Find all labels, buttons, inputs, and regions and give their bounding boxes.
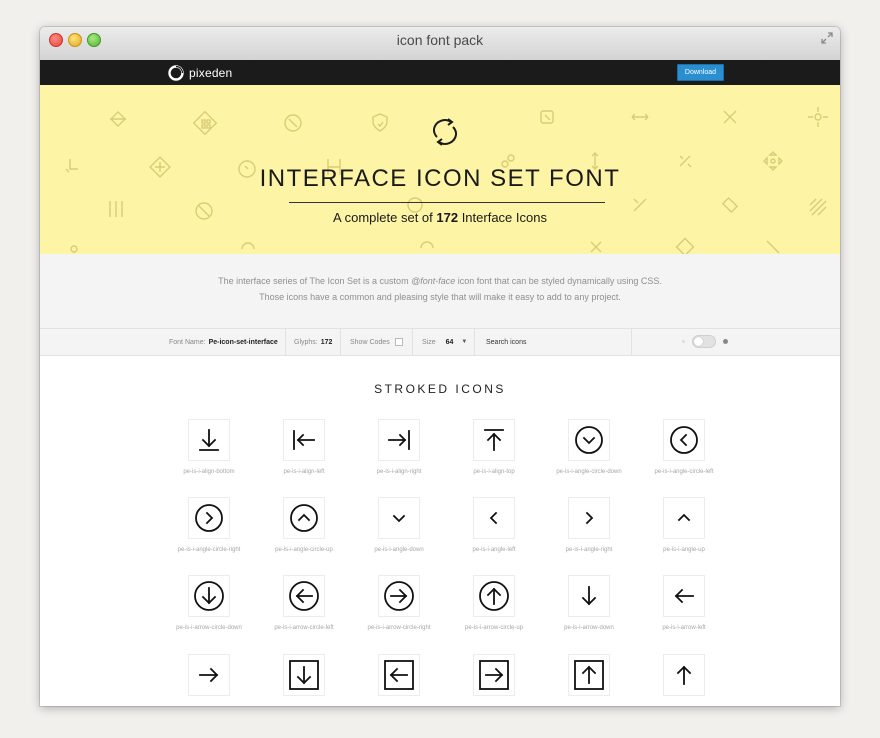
icon-preview[interactable] <box>663 575 705 617</box>
icon-preview[interactable] <box>283 419 325 461</box>
icon-tile[interactable]: pe-is-i-arrow-circle-left <box>274 575 334 631</box>
icon-preview[interactable] <box>378 419 420 461</box>
icon-tile[interactable]: pe-is-i-align-left <box>282 419 326 475</box>
arrow-square-up-icon <box>574 660 604 690</box>
icon-tile[interactable] <box>282 654 326 696</box>
arrow-square-down-icon <box>289 660 319 690</box>
angle-circle-up-icon <box>290 504 318 532</box>
arrow-circle-up-icon <box>479 581 509 611</box>
icon-tile[interactable]: pe-is-i-arrow-down <box>564 575 614 631</box>
icon-grid: pe-is-i-align-bottom pe-is-i-align-left pe… <box>40 27 840 706</box>
angle-right-icon <box>585 511 594 525</box>
icon-tile[interactable] <box>662 654 706 696</box>
icon-preview[interactable] <box>188 419 230 461</box>
icon-preview[interactable] <box>378 575 420 617</box>
icon-preview[interactable] <box>473 654 515 696</box>
icon-preview[interactable] <box>473 497 515 539</box>
icon-preview[interactable] <box>568 575 610 617</box>
icon-tile[interactable]: pe-is-i-arrow-circle-up <box>465 575 523 631</box>
icon-preview[interactable] <box>663 497 705 539</box>
icon-tile[interactable]: pe-is-i-align-bottom <box>183 419 235 475</box>
icon-preview[interactable] <box>283 654 325 696</box>
icon-tile[interactable]: pe-is-i-angle-circle-left <box>654 419 714 475</box>
align-bottom-icon <box>199 429 219 451</box>
icon-preview[interactable] <box>663 654 705 696</box>
angle-circle-down-icon <box>575 426 603 454</box>
icon-tile[interactable] <box>187 654 231 696</box>
icon-preview[interactable] <box>378 654 420 696</box>
icon-tile[interactable]: pe-is-i-align-right <box>377 419 421 475</box>
icon-tile[interactable] <box>377 654 421 696</box>
angle-circle-left-icon <box>670 426 698 454</box>
icon-preview[interactable] <box>568 497 610 539</box>
icon-tile[interactable]: pe-is-i-angle-up <box>662 497 706 553</box>
icon-preview[interactable] <box>283 575 325 617</box>
icon-tile[interactable]: pe-is-i-angle-circle-right <box>178 497 240 553</box>
icon-preview[interactable] <box>283 497 325 539</box>
arrow-circle-left-icon <box>289 581 319 611</box>
icon-preview[interactable] <box>188 654 230 696</box>
icon-preview[interactable] <box>568 419 610 461</box>
icon-tile[interactable]: pe-is-i-arrow-circle-right <box>367 575 431 631</box>
angle-left-icon <box>489 511 498 525</box>
icon-tile[interactable] <box>567 654 611 696</box>
icon-tile[interactable]: pe-is-i-angle-right <box>566 497 612 553</box>
angle-circle-right-icon <box>195 504 223 532</box>
align-left-icon <box>293 430 315 450</box>
icon-preview[interactable] <box>568 654 610 696</box>
icon-preview[interactable] <box>663 419 705 461</box>
icon-name-label: pe-is-i-angle-up <box>663 547 705 553</box>
icon-tile[interactable]: pe-is-i-angle-down <box>374 497 424 553</box>
icon-tile[interactable]: pe-is-i-angle-circle-down <box>556 419 622 475</box>
icon-preview[interactable] <box>378 497 420 539</box>
icon-tile[interactable]: pe-is-i-angle-left <box>472 497 516 553</box>
icon-preview[interactable] <box>188 497 230 539</box>
icon-tile[interactable]: pe-is-i-arrow-circle-down <box>176 575 242 631</box>
icon-preview[interactable] <box>188 575 230 617</box>
arrow-square-left-icon <box>384 660 414 690</box>
arrow-right-icon <box>199 667 219 683</box>
align-top-icon <box>484 429 504 451</box>
arrow-circle-down-icon <box>194 581 224 611</box>
icon-tile[interactable] <box>472 654 516 696</box>
icon-tile[interactable]: pe-is-i-angle-circle-up <box>275 497 333 553</box>
icon-name-label: pe-is-i-arrow-left <box>662 625 706 631</box>
arrow-circle-right-icon <box>384 581 414 611</box>
browser-window: icon font pack pixeden Download INTERFAC… <box>40 27 840 706</box>
angle-down-icon <box>392 514 406 523</box>
arrow-down-icon <box>581 586 597 606</box>
icon-tile[interactable]: pe-is-i-align-top <box>472 419 516 475</box>
angle-up-icon <box>677 513 691 522</box>
arrow-square-right-icon <box>479 660 509 690</box>
icon-tile[interactable]: pe-is-i-arrow-left <box>662 575 706 631</box>
arrow-left-icon <box>674 588 694 604</box>
arrow-up-icon <box>676 665 692 685</box>
icon-preview[interactable] <box>473 575 515 617</box>
icon-preview[interactable] <box>473 419 515 461</box>
align-right-icon <box>388 430 410 450</box>
icon-name-label: pe-is-i-angle-circle-left <box>654 469 714 475</box>
